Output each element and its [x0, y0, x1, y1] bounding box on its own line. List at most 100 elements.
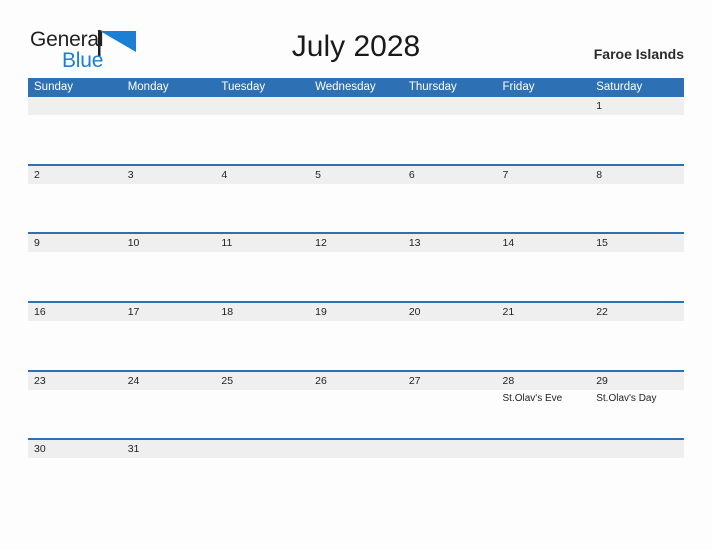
day-event [221, 390, 309, 392]
day-cell[interactable]: 20 [403, 303, 497, 370]
day-cell[interactable]: 31 [122, 440, 216, 507]
day-cell[interactable]: 27 [403, 372, 497, 439]
day-cell[interactable]: 4 [215, 166, 309, 233]
day-event [409, 390, 497, 392]
day-cell[interactable]: 6 [403, 166, 497, 233]
day-cell[interactable] [497, 440, 591, 507]
day-event [128, 390, 216, 392]
weekday-header-friday: Friday [502, 81, 535, 93]
day-event [503, 184, 591, 186]
day-event [221, 184, 309, 186]
day-number: 10 [127, 237, 140, 250]
day-cell[interactable] [590, 440, 684, 507]
day-number: 25 [221, 374, 234, 387]
week-row: 1 [28, 97, 684, 164]
day-event: St.Olav's Eve [502, 392, 563, 404]
day-event [315, 252, 403, 254]
day-cell[interactable]: 24 [122, 372, 216, 439]
day-event [128, 458, 216, 460]
day-cell[interactable]: 26 [309, 372, 403, 439]
day-number: 26 [315, 374, 327, 387]
day-cell-holiday[interactable]: 29 St.Olav's Day [590, 372, 684, 439]
day-event [34, 97, 122, 99]
day-number: 8 [596, 168, 603, 181]
day-event [409, 97, 497, 99]
day-event [409, 321, 497, 323]
day-number: 13 [408, 237, 421, 250]
day-cell[interactable]: 21 [497, 303, 591, 370]
day-cell[interactable]: 13 [403, 234, 497, 301]
day-number: 12 [315, 237, 327, 250]
day-cell[interactable]: 23 [28, 372, 122, 439]
day-number: 19 [315, 306, 327, 319]
calendar-grid: Sunday Monday Tuesday Wednesday Thursday… [28, 78, 684, 507]
day-event: St.Olav's Day [596, 392, 657, 404]
day-cell[interactable]: 25 [215, 372, 309, 439]
week-row: 9 10 11 12 13 14 15 [28, 232, 684, 301]
day-cell[interactable]: 22 [590, 303, 684, 370]
day-cell[interactable] [497, 97, 591, 164]
day-event [221, 252, 309, 254]
day-cell[interactable]: 12 [309, 234, 403, 301]
day-cell[interactable]: 17 [122, 303, 216, 370]
day-number: 6 [408, 168, 415, 181]
day-cell[interactable]: 14 [497, 234, 591, 301]
day-event [34, 390, 122, 392]
weekday-header-saturday: Saturday [596, 81, 643, 93]
day-number: 14 [502, 237, 515, 250]
day-cell[interactable] [309, 440, 403, 507]
day-number: 4 [221, 168, 228, 181]
day-number: 28 [502, 374, 515, 387]
day-cell[interactable]: 3 [122, 166, 216, 233]
week-row: 16 17 18 19 20 21 22 [28, 301, 684, 370]
day-event [503, 440, 591, 442]
day-cell[interactable] [403, 97, 497, 164]
day-cell[interactable] [309, 97, 403, 164]
day-cell[interactable]: 19 [309, 303, 403, 370]
day-cell[interactable]: 11 [215, 234, 309, 301]
day-cell[interactable]: 5 [309, 166, 403, 233]
day-number: 9 [34, 237, 40, 250]
country-label: Faroe Islands [593, 46, 684, 62]
day-cell[interactable]: 9 [28, 234, 122, 301]
day-event [596, 440, 684, 442]
day-event [503, 321, 591, 323]
day-event [128, 252, 216, 254]
day-event [128, 184, 216, 186]
day-number: 7 [502, 168, 509, 181]
day-number: 23 [34, 374, 46, 387]
day-cell-holiday[interactable]: 28 St.Olav's Eve [497, 372, 591, 439]
day-cell[interactable] [122, 97, 216, 164]
week-row: 30 31 [28, 438, 684, 507]
week-row: 23 24 25 26 27 28 St.Olav's Eve 29 St.Olav… [28, 369, 684, 439]
day-cell[interactable] [28, 97, 122, 164]
day-number: 27 [408, 374, 421, 387]
day-event [34, 458, 122, 460]
day-event [409, 252, 497, 254]
weekday-header-sunday: Sunday [34, 81, 74, 93]
day-cell[interactable]: 1 [590, 97, 684, 164]
day-cell[interactable]: 18 [215, 303, 309, 370]
day-number: 3 [127, 168, 134, 181]
day-cell[interactable]: 10 [122, 234, 216, 301]
day-cell[interactable] [403, 440, 497, 507]
day-cell[interactable]: 30 [28, 440, 122, 507]
day-number: 15 [596, 237, 608, 250]
day-cell[interactable]: 15 [590, 234, 684, 301]
day-event [503, 252, 591, 254]
day-event [128, 97, 216, 99]
day-cell[interactable] [215, 440, 309, 507]
weekday-header-tuesday: Tuesday [221, 81, 266, 93]
day-event [315, 390, 403, 392]
day-event [315, 184, 403, 186]
day-cell[interactable]: 7 [497, 166, 591, 233]
day-cell[interactable]: 16 [28, 303, 122, 370]
day-cell[interactable] [215, 97, 309, 164]
day-cell[interactable]: 2 [28, 166, 122, 233]
day-number: 31 [127, 443, 140, 456]
day-event [596, 115, 684, 117]
day-number: 24 [127, 374, 140, 387]
day-cell[interactable]: 8 [590, 166, 684, 233]
day-event [596, 252, 684, 254]
day-event [34, 321, 122, 323]
